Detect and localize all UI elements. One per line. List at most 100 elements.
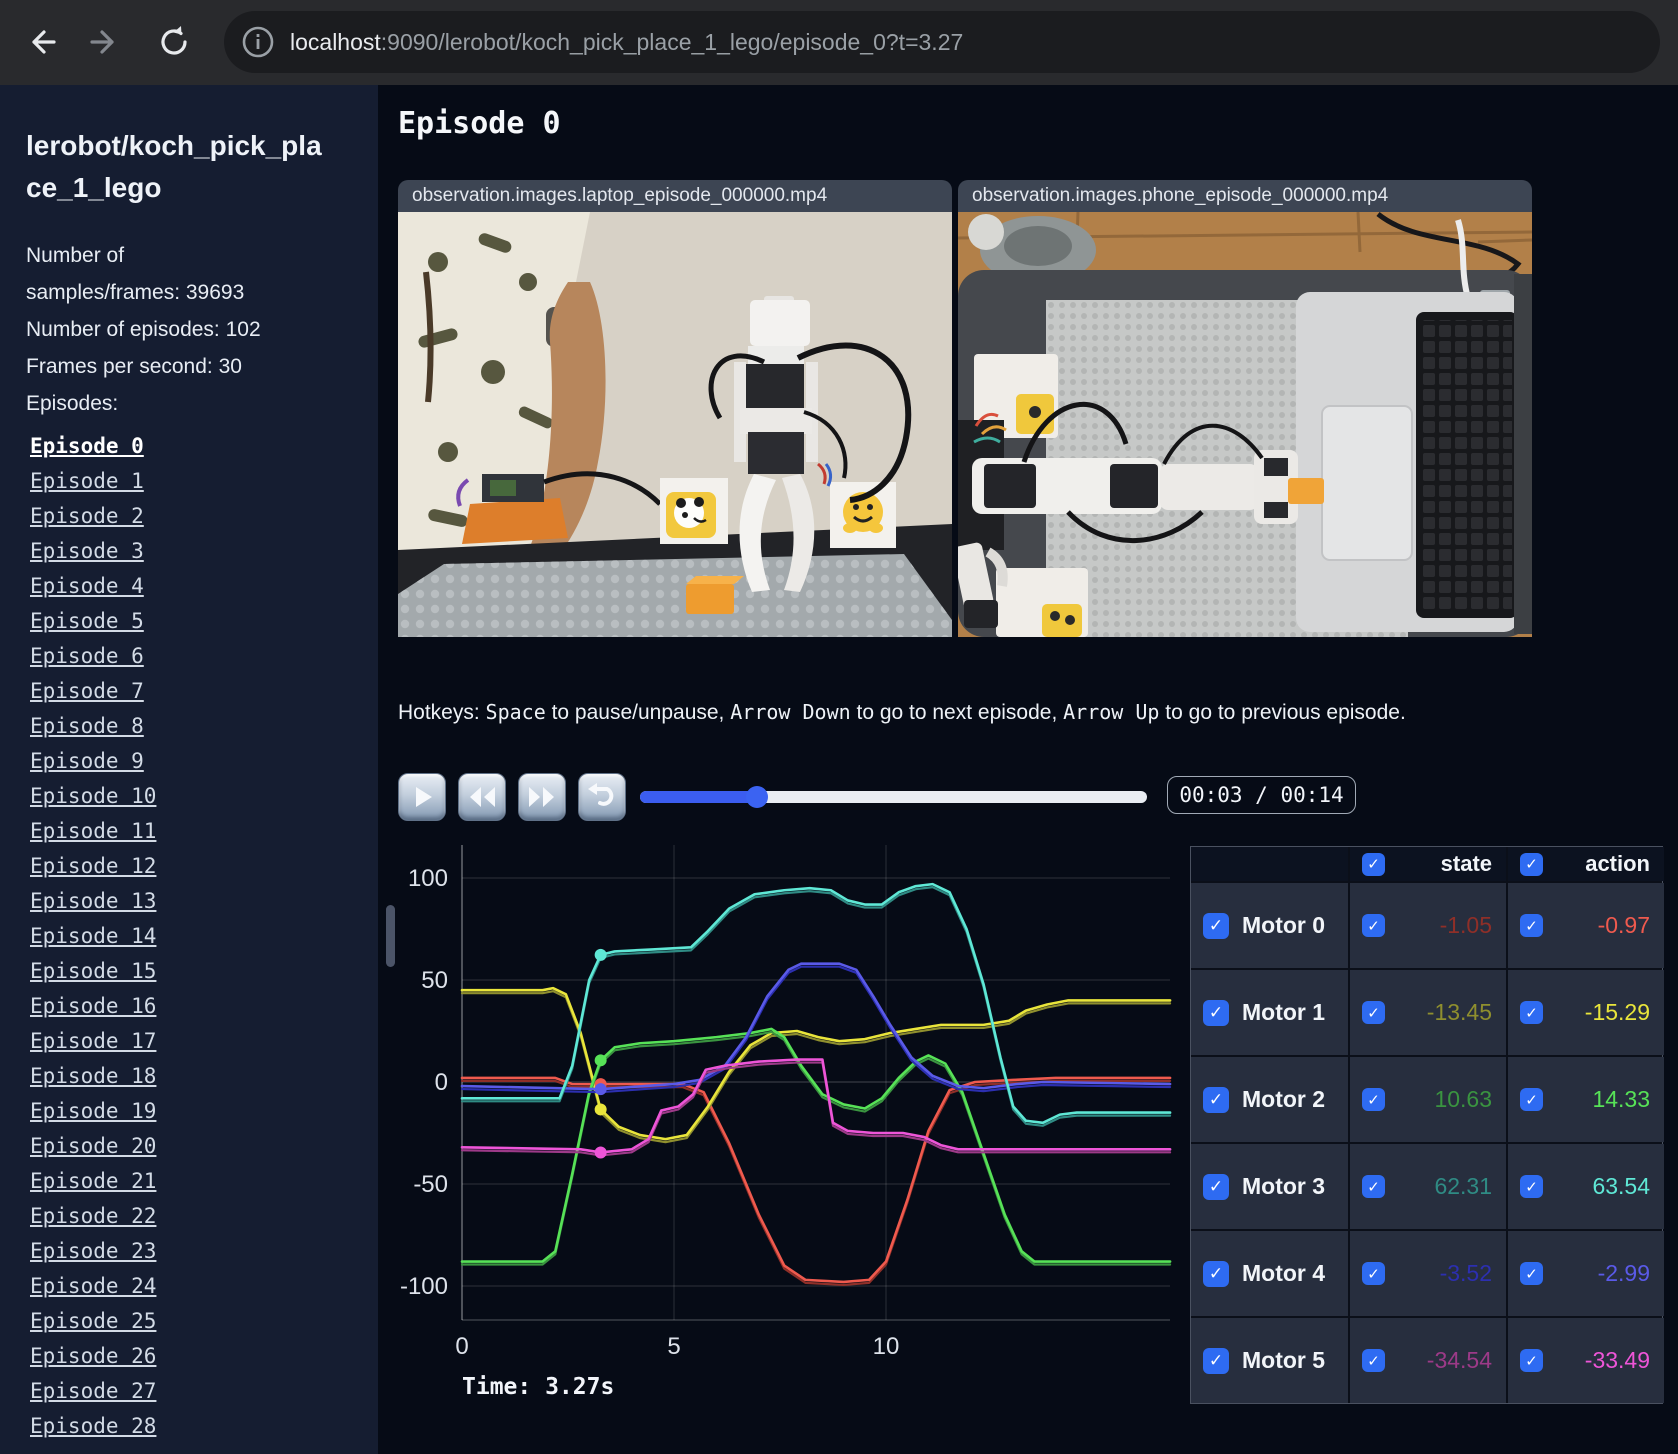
state-checkbox[interactable]: ✓	[1362, 1349, 1385, 1372]
time-display: 00:03 / 00:14	[1167, 776, 1356, 814]
sidebar-episode-link[interactable]: Episode 0	[30, 429, 156, 464]
sidebar-episode-link[interactable]: Episode 22	[30, 1199, 156, 1234]
action-header-checkbox[interactable]: ✓	[1520, 852, 1543, 876]
rewind-button[interactable]	[458, 773, 506, 821]
dataset-info-line: Frames per second: 30	[26, 355, 242, 378]
episode-list: Episode 0 Episode 1 Episode 2 Episode 3 Epis…	[30, 429, 156, 1444]
table-header-state: ✓ state	[1350, 847, 1506, 881]
motor-checkbox[interactable]: ✓	[1203, 999, 1229, 1026]
svg-text:10: 10	[873, 1333, 900, 1360]
sidebar-episode-link[interactable]: Episode 16	[30, 989, 156, 1024]
svg-text:100: 100	[408, 865, 448, 892]
action-checkbox[interactable]: ✓	[1520, 1088, 1543, 1111]
state-checkbox[interactable]: ✓	[1362, 1262, 1385, 1285]
sidebar-episode-link[interactable]: Episode 28	[30, 1409, 156, 1444]
sidebar-episode-link[interactable]: Episode 25	[30, 1304, 156, 1339]
motor-label: Motor 2	[1242, 1086, 1326, 1112]
motor-checkbox[interactable]: ✓	[1203, 1086, 1229, 1113]
sidebar-episode-link[interactable]: Episode 27	[30, 1374, 156, 1409]
sidebar-episode-link[interactable]: Episode 14	[30, 919, 156, 954]
forward-icon[interactable]	[88, 24, 124, 60]
loop-button[interactable]	[578, 773, 626, 821]
sidebar-episode-link[interactable]: Episode 26	[30, 1339, 156, 1374]
motor-row-action: ✓ 63.54	[1508, 1144, 1664, 1229]
motor-row-action: ✓ -0.97	[1508, 883, 1664, 968]
state-header-label: state	[1440, 851, 1492, 876]
state-header-checkbox[interactable]: ✓	[1362, 852, 1385, 876]
sidebar-episode-link[interactable]: Episode 2	[30, 499, 156, 534]
motor-checkbox[interactable]: ✓	[1203, 1173, 1229, 1200]
sidebar-episode-link[interactable]: Episode 23	[30, 1234, 156, 1269]
motor-checkbox[interactable]: ✓	[1203, 1347, 1229, 1374]
dataset-info-line: Episodes:	[26, 392, 119, 415]
sidebar-episode-link[interactable]: Episode 9	[30, 744, 156, 779]
motor-checkbox[interactable]: ✓	[1203, 1260, 1229, 1287]
svg-text:0: 0	[455, 1333, 468, 1360]
sidebar-episode-link[interactable]: Episode 6	[30, 639, 156, 674]
seek-slider[interactable]	[640, 786, 1147, 808]
state-value: -1.05	[1439, 912, 1492, 938]
sidebar-episode-link[interactable]: Episode 17	[30, 1024, 156, 1059]
video-frame-phone[interactable]	[958, 212, 1532, 637]
hotkey-text: to go to next episode,	[850, 701, 1064, 724]
action-checkbox[interactable]: ✓	[1520, 1001, 1543, 1024]
state-checkbox[interactable]: ✓	[1362, 1175, 1385, 1198]
sidebar-episode-link[interactable]: Episode 15	[30, 954, 156, 989]
motor-label: Motor 3	[1242, 1173, 1326, 1199]
sidebar-episode-link[interactable]: Episode 10	[30, 779, 156, 814]
sidebar-episode-link[interactable]: Episode 18	[30, 1059, 156, 1094]
action-checkbox[interactable]: ✓	[1520, 1175, 1543, 1198]
sidebar-episode-link[interactable]: Episode 19	[30, 1094, 156, 1129]
hotkey-text: Hotkeys:	[398, 701, 486, 724]
sidebar-episode-link[interactable]: Episode 5	[30, 604, 156, 639]
sidebar-episode-link[interactable]: Episode 4	[30, 569, 156, 604]
sidebar-episode-link[interactable]: Episode 24	[30, 1269, 156, 1304]
action-checkbox[interactable]: ✓	[1520, 1262, 1543, 1285]
dataset-title: lerobot/koch_pick_place_1_lego	[26, 130, 322, 203]
dataset-info: Number of samples/frames: 39693 Number of …	[26, 237, 261, 422]
action-checkbox[interactable]: ✓	[1520, 1349, 1543, 1372]
video-frame-laptop[interactable]	[398, 212, 952, 637]
sidebar: lerobot/koch_pick_place_1_lego Number of…	[0, 85, 378, 1454]
motor-row-name: ✓ Motor 2	[1191, 1057, 1348, 1142]
motor-checkbox[interactable]: ✓	[1203, 912, 1229, 939]
state-value: 10.63	[1434, 1086, 1492, 1112]
sidebar-episode-link[interactable]: Episode 13	[30, 884, 156, 919]
url-bar[interactable]: localhost:9090/lerobot/koch_pick_place_1…	[224, 11, 1660, 73]
hotkey-key: Space	[485, 700, 546, 724]
state-value: 62.31	[1434, 1173, 1492, 1199]
state-checkbox[interactable]: ✓	[1362, 1001, 1385, 1024]
motor-label: Motor 5	[1242, 1347, 1326, 1373]
url-host: localhost	[290, 28, 381, 55]
sidebar-episode-link[interactable]: Episode 20	[30, 1129, 156, 1164]
table-header-action: ✓ action	[1508, 847, 1664, 881]
state-checkbox[interactable]: ✓	[1362, 914, 1385, 937]
sidebar-episode-link[interactable]: Episode 21	[30, 1164, 156, 1199]
seek-thumb[interactable]	[746, 786, 768, 808]
svg-text:5: 5	[667, 1333, 680, 1360]
hotkeys-help: Hotkeys: Space to pause/unpause, Arrow D…	[398, 700, 1508, 725]
sidebar-episode-link[interactable]: Episode 8	[30, 709, 156, 744]
motor-row-state: ✓ -3.52	[1350, 1231, 1506, 1316]
state-checkbox[interactable]: ✓	[1362, 1088, 1385, 1111]
svg-text:50: 50	[421, 967, 448, 994]
play-button[interactable]	[398, 773, 446, 821]
fast-forward-button[interactable]	[518, 773, 566, 821]
sidebar-episode-link[interactable]: Episode 7	[30, 674, 156, 709]
motor-row-name: ✓ Motor 4	[1191, 1231, 1348, 1316]
url-text: localhost:9090/lerobot/koch_pick_place_1…	[290, 29, 963, 56]
action-header-label: action	[1585, 851, 1650, 876]
action-value: -2.99	[1597, 1260, 1650, 1286]
sidebar-episode-link[interactable]: Episode 12	[30, 849, 156, 884]
reload-icon[interactable]	[156, 24, 192, 60]
hotkey-key: Arrow Down	[730, 700, 851, 724]
action-value: -33.49	[1584, 1347, 1650, 1373]
hotkey-text: to go to previous episode.	[1159, 701, 1406, 724]
back-icon[interactable]	[22, 24, 58, 60]
motor-label: Motor 4	[1242, 1260, 1326, 1286]
sidebar-episode-link[interactable]: Episode 1	[30, 464, 156, 499]
sidebar-episode-link[interactable]: Episode 11	[30, 814, 156, 849]
sidebar-episode-link[interactable]: Episode 3	[30, 534, 156, 569]
action-checkbox[interactable]: ✓	[1520, 914, 1543, 937]
info-icon[interactable]	[238, 22, 278, 62]
